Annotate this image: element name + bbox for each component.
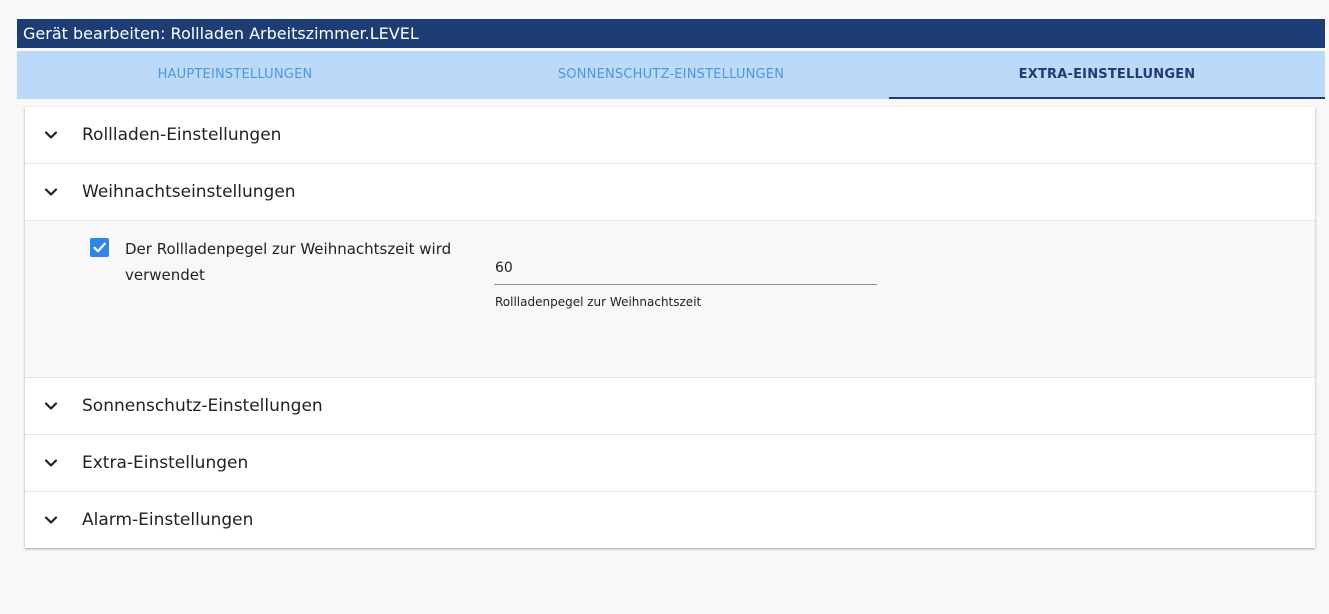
accordion-rollladen-einstellungen[interactable]: Rollladen-Einstellungen [25, 107, 1315, 164]
accordion-sonnenschutz-einstellungen[interactable]: Sonnenschutz-Einstellungen [25, 378, 1315, 435]
accordion-title: Rollladen-Einstellungen [82, 125, 282, 145]
check-icon [93, 242, 106, 253]
weihnachtseinstellungen-content: Der Rollladenpegel zur Weihnachtszeit wi… [25, 221, 1315, 378]
chevron-down-icon [44, 128, 58, 142]
tab-haupteinstellungen[interactable]: HAUPTEINSTELLUNGEN [17, 51, 453, 99]
tab-sonnenschutz-einstellungen[interactable]: SONNENSCHUTZ-EINSTELLUNGEN [453, 51, 889, 99]
dialog-title: Gerät bearbeiten: Rollladen Arbeitszimme… [17, 19, 1325, 48]
christmas-level-input[interactable] [494, 251, 877, 285]
accordion-title: Alarm-Einstellungen [82, 510, 254, 530]
christmas-level-checkbox-label[interactable]: Der Rollladenpegel zur Weihnachtszeit wi… [125, 236, 485, 288]
tab-extra-einstellungen[interactable]: EXTRA-EINSTELLUNGEN [889, 51, 1325, 99]
settings-panel: Rollladen-Einstellungen Weihnachtseinste… [25, 107, 1315, 548]
chevron-down-icon [44, 185, 58, 199]
chevron-down-icon [44, 513, 58, 527]
accordion-extra-einstellungen[interactable]: Extra-Einstellungen [25, 435, 1315, 492]
christmas-level-helper-text: Rollladenpegel zur Weihnachtszeit [495, 295, 702, 309]
accordion-alarm-einstellungen[interactable]: Alarm-Einstellungen [25, 492, 1315, 548]
accordion-title: Weihnachtseinstellungen [82, 182, 296, 202]
chevron-down-icon [44, 456, 58, 470]
accordion-title: Sonnenschutz-Einstellungen [82, 396, 323, 416]
christmas-level-checkbox[interactable] [90, 238, 109, 257]
tab-bar: HAUPTEINSTELLUNGEN SONNENSCHUTZ-EINSTELL… [17, 51, 1325, 99]
accordion-weihnachtseinstellungen[interactable]: Weihnachtseinstellungen [25, 164, 1315, 221]
accordion-title: Extra-Einstellungen [82, 453, 249, 473]
chevron-down-icon [44, 399, 58, 413]
